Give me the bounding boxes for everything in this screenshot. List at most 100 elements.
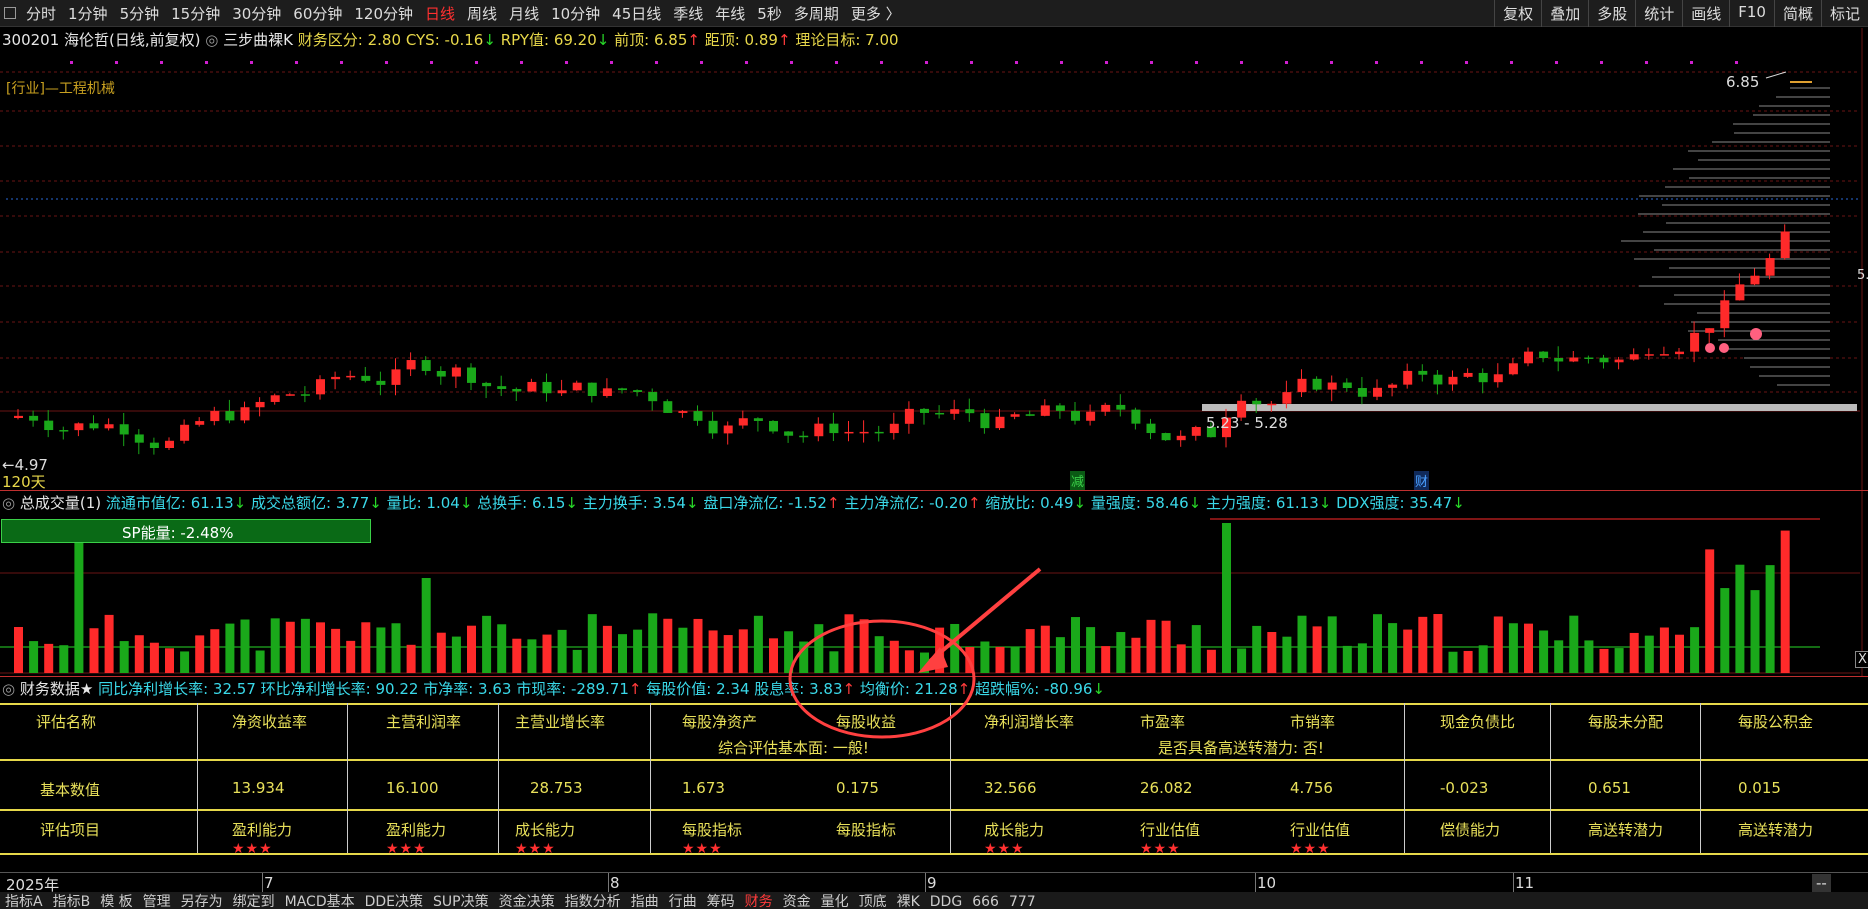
period-tab[interactable]: 120分钟	[354, 3, 413, 24]
indicator-toggle-icon[interactable]: ◎	[205, 31, 218, 49]
table-cell: 16.100	[386, 779, 439, 797]
volume-bar	[361, 622, 371, 673]
period-tab[interactable]: 年线	[715, 3, 745, 24]
volume-bar	[618, 634, 627, 673]
signal-dot	[970, 61, 973, 64]
candle-body	[1614, 359, 1624, 363]
candle-body	[1493, 374, 1503, 383]
indicator-tab[interactable]: 顶底	[854, 894, 892, 909]
info-value: 超跌幅%: -80.96	[970, 680, 1093, 698]
candle-body	[44, 420, 54, 431]
candle-body	[1539, 351, 1549, 358]
volume-bar	[1433, 614, 1443, 673]
period-tab[interactable]: 日线	[425, 3, 455, 24]
volume-toggle-icon[interactable]: ◎	[2, 494, 15, 512]
range-label: 5.23 - 5.28	[1206, 414, 1288, 432]
sp-energy-box: SP能量: -2.48%	[1, 519, 371, 543]
period-tab[interactable]: 5分钟	[120, 3, 160, 24]
period-tab[interactable]: 更多 〉	[851, 3, 901, 24]
tool-button[interactable]: 简概	[1773, 0, 1821, 27]
tool-button[interactable]: 叠加	[1541, 0, 1588, 27]
indicator-tab[interactable]: 指标A	[0, 894, 48, 909]
indicator-tab[interactable]: SUP决策	[428, 894, 494, 909]
tool-button[interactable]: 多股	[1588, 0, 1635, 27]
indicator-tab[interactable]: 裸K	[892, 894, 925, 909]
volume-bar	[1539, 630, 1549, 673]
period-tab[interactable]: 60分钟	[293, 3, 342, 24]
candlestick-chart[interactable]	[0, 28, 1868, 490]
indicator-tab[interactable]: 指数分析	[560, 894, 626, 909]
volume-bar	[406, 644, 416, 673]
stock-title[interactable]: 300201 海伦哲(日线,前复权)	[2, 31, 201, 49]
finance-toggle-icon[interactable]: ◎	[2, 680, 15, 698]
period-tab[interactable]: 45日线	[612, 3, 661, 24]
signal-dot	[1555, 61, 1558, 64]
finance-label: 财务区分: 2.80	[297, 31, 402, 49]
table-divider	[1404, 703, 1405, 853]
finance-marker[interactable]: 财	[1414, 471, 1430, 490]
period-tab[interactable]: 月线	[509, 3, 539, 24]
volume-bar	[285, 621, 295, 673]
candle-body	[104, 424, 114, 429]
period-tab[interactable]: 季线	[673, 3, 703, 24]
price-chart-panel[interactable]: 300201 海伦哲(日线,前复权) ◎ 三步曲裸K 财务区分: 2.80 CY…	[0, 28, 1868, 491]
volume-bar	[723, 635, 733, 673]
indicator-tab[interactable]: DDG	[925, 894, 967, 909]
period-tab[interactable]: 多周期	[794, 3, 839, 24]
indicator-name[interactable]: 三步曲裸K	[223, 31, 293, 49]
table-divider	[197, 703, 198, 853]
period-tab[interactable]: 5秒	[757, 3, 782, 24]
table-cell: 基本数值	[40, 781, 101, 799]
volume-bar	[391, 623, 401, 673]
indicator-tab[interactable]: 绑定到	[228, 894, 280, 909]
indicator-tab[interactable]: 777	[1004, 894, 1041, 909]
axis-corner-button[interactable]: --	[1812, 874, 1831, 892]
indicator-tab[interactable]: 财务	[740, 894, 778, 909]
candle-body	[1342, 382, 1352, 389]
tool-button[interactable]: 复权	[1494, 0, 1541, 27]
indicator-tab[interactable]: 666	[967, 894, 1004, 909]
indicator-tab[interactable]: 资金	[778, 894, 816, 909]
candle-body	[1373, 387, 1382, 397]
indicator-tab[interactable]: MACD基本	[280, 894, 360, 909]
tool-button[interactable]: 统计	[1635, 0, 1682, 27]
indicator-tab[interactable]: 量化	[816, 894, 854, 909]
info-value: 缩放比: 0.49	[980, 494, 1074, 512]
volume-bar	[572, 649, 582, 673]
candle-body	[587, 382, 597, 396]
indicator-tab[interactable]: 筹码	[702, 894, 740, 909]
candle-body	[1327, 382, 1337, 390]
indicator-tab[interactable]: 指曲	[626, 894, 664, 909]
indicator-tab[interactable]: 资金决策	[494, 894, 560, 909]
period-tab[interactable]: 1分钟	[68, 3, 108, 24]
candle-body	[270, 395, 280, 402]
tool-button[interactable]: 画线	[1682, 0, 1729, 27]
period-tab[interactable]: 分时	[26, 3, 56, 24]
tool-button[interactable]: 标记	[1820, 0, 1868, 27]
indicator-tab[interactable]: 指标B	[48, 894, 96, 909]
table-cell: 每股未分配	[1588, 713, 1664, 731]
window-menu-icon[interactable]	[4, 7, 16, 19]
candle-body	[1025, 414, 1035, 416]
finance-title[interactable]: 财务数据★	[20, 680, 93, 698]
candle-body	[316, 379, 325, 395]
indicator-tab[interactable]: 模 板	[95, 894, 137, 909]
volume-title[interactable]: 总成交量(1)	[20, 494, 101, 512]
volume-bar	[1146, 619, 1156, 673]
candle-body	[648, 392, 658, 402]
volume-bar	[1252, 625, 1262, 673]
period-tab[interactable]: 30分钟	[232, 3, 281, 24]
period-tab[interactable]: 10分钟	[551, 3, 600, 24]
indicator-tab[interactable]: 行曲	[664, 894, 702, 909]
close-panel-button[interactable]: X	[1855, 651, 1868, 668]
indicator-tab[interactable]: 另存为	[176, 894, 228, 909]
high-price-label: 6.85	[1726, 73, 1760, 91]
tool-button[interactable]: F10	[1729, 0, 1774, 27]
table-cell: ★★★	[984, 841, 1025, 857]
period-tab[interactable]: 15分钟	[171, 3, 220, 24]
reduce-marker[interactable]: 减	[1070, 471, 1086, 490]
period-tab[interactable]: 周线	[467, 3, 497, 24]
indicator-tab[interactable]: DDE决策	[360, 894, 428, 909]
indicator-tab[interactable]: 管理	[138, 894, 176, 909]
volume-bar	[1690, 627, 1700, 673]
